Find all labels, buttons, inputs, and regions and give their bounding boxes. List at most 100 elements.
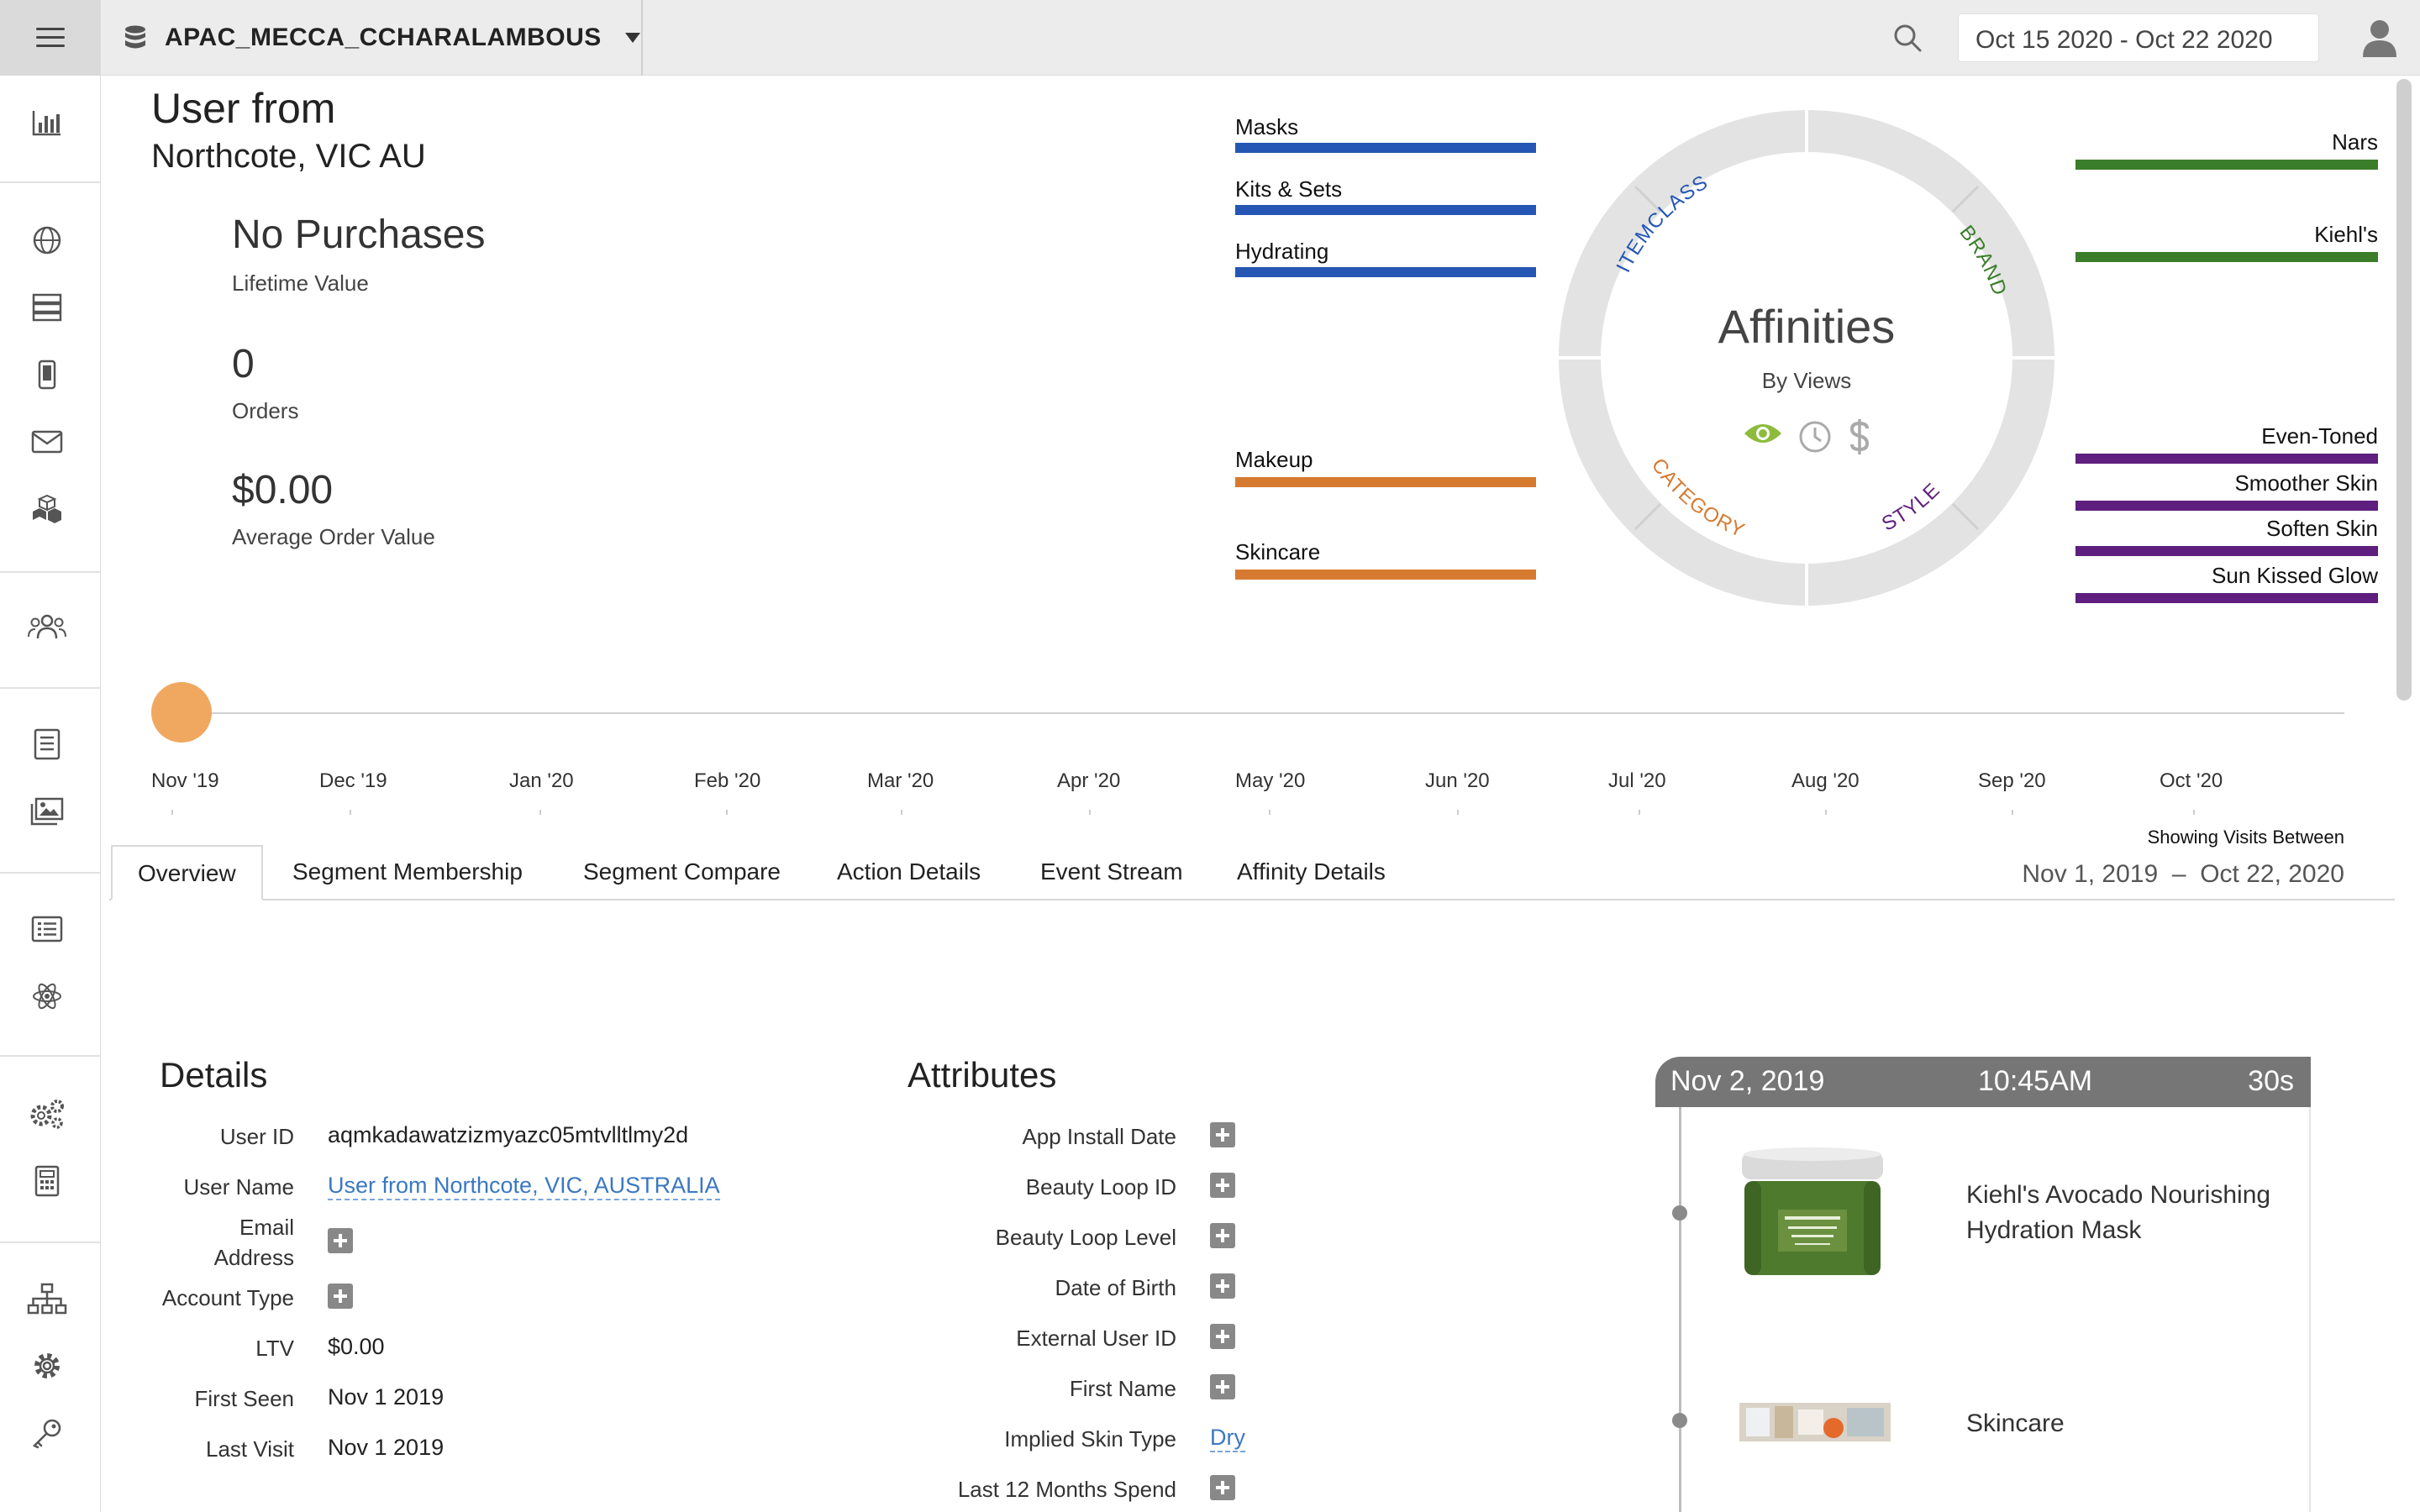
implied-skin-type-value[interactable]: Dry [1210,1425,1245,1452]
tab-affinity-details[interactable]: Affinity Details [1237,845,1386,900]
lifetime-value-label: Lifetime Value [232,270,369,296]
add-attribute-button[interactable] [1210,1122,1235,1147]
sidebar-item-mobile[interactable] [27,358,67,391]
mail-icon [31,430,63,454]
affinity-bar-sun-kissed-glow[interactable] [2075,593,2378,603]
affinity-bar-hydrating[interactable] [1235,267,1536,277]
tab-segment-compare[interactable]: Segment Compare [583,845,781,900]
mobile-icon [38,360,56,390]
first-seen-label: First Seen [194,1386,295,1411]
profile-title: User from [151,85,336,132]
sidebar-item-email[interactable] [27,425,67,459]
sidebar-item-audiences[interactable] [27,610,67,643]
activity-dot [1672,1413,1687,1428]
category-image-skincare[interactable] [1739,1403,1891,1441]
add-account-type-button[interactable] [328,1284,353,1309]
sidebar-item-hierarchy[interactable] [27,1282,67,1315]
attr-label: Beauty Loop ID [1025,1174,1176,1200]
attr-label: App Install Date [1022,1124,1176,1149]
timeline-tick [1825,810,1827,815]
sidebar-item-products[interactable] [27,492,67,526]
affinity-bar-kiehls[interactable] [2075,252,2378,262]
affinity-bar-even-toned[interactable] [2075,454,2378,464]
timeline-month: Feb '20 [694,769,761,792]
add-attribute-button[interactable] [1210,1223,1235,1248]
user-name-link[interactable]: User from Northcote, VIC, AUSTRALIA [328,1173,720,1200]
affinity-bar-makeup[interactable] [1235,477,1536,487]
sidebar [0,76,101,1512]
dollar-icon[interactable] [1847,418,1872,455]
timeline-month: Mar '20 [867,769,934,792]
activity-product-name-line2: Hydration Mask [1966,1216,2142,1244]
user-icon[interactable] [2361,18,2398,57]
ltv-label: LTV [255,1336,294,1361]
tab-overview[interactable]: Overview [111,845,263,900]
product-image-avocado-mask[interactable] [1739,1147,1886,1282]
affinity-label-skincare: Skincare [1235,539,1321,564]
sidebar-item-images[interactable] [27,795,67,828]
timeline-month: Aug '20 [1791,769,1860,792]
sidebar-item-models[interactable] [27,979,67,1013]
add-attribute-button[interactable] [1210,1475,1235,1500]
gear-icon [34,1353,60,1378]
add-email-button[interactable] [328,1228,353,1253]
affinity-bar-soften-skin[interactable] [2075,546,2378,556]
vertical-scrollbar[interactable] [2396,79,2412,701]
sidebar-item-calculator[interactable] [27,1164,67,1198]
tab-event-stream[interactable]: Event Stream [1040,845,1183,900]
email-label-line1: Email [239,1215,294,1240]
sidebar-item-lists[interactable] [27,912,67,946]
last-visit-value: Nov 1 2019 [328,1435,445,1460]
sidebar-item-settings[interactable] [27,1349,67,1383]
affinity-bar-skincare[interactable] [1235,570,1536,580]
add-attribute-button[interactable] [1210,1374,1235,1399]
timeline-month: Nov '19 [151,769,219,792]
add-attribute-button[interactable] [1210,1324,1235,1349]
affinity-bar-nars[interactable] [2075,160,2378,170]
tab-segment-membership[interactable]: Segment Membership [292,845,523,900]
sidebar-item-api-keys[interactable] [27,1416,67,1450]
first-seen-value: Nov 1 2019 [328,1384,445,1410]
menu-button[interactable] [0,0,101,76]
sidebar-item-content[interactable] [27,727,67,761]
sidebar-item-server[interactable] [27,291,67,324]
add-attribute-button[interactable] [1210,1173,1235,1198]
timeline-month: Jun '20 [1425,769,1490,792]
clock-icon[interactable] [1798,420,1832,454]
timeline-visit-marker[interactable] [151,682,212,743]
search-icon[interactable] [1892,23,1923,53]
profile-location: Northcote, VIC AU [151,138,426,175]
affinity-bar-kits-sets[interactable] [1235,205,1536,215]
email-label-line2: Address [213,1245,294,1270]
account-type-label: Account Type [161,1285,294,1310]
tab-action-details[interactable]: Action Details [837,845,981,900]
affinity-label-sun-kissed-glow: Sun Kissed Glow [2212,563,2378,588]
workspace-selector[interactable]: APAC_MECCA_CCHARALAMBOUS [101,0,643,76]
atom-icon [33,983,61,1010]
visit-header[interactable]: Nov 2, 2019 10:45AM 30s [1655,1057,2311,1107]
timeline-tick [171,810,173,815]
sidebar-item-analytics[interactable] [27,106,67,139]
affinity-label-makeup: Makeup [1235,447,1313,472]
affinity-label-even-toned: Even-Toned [2261,423,2378,449]
add-attribute-button[interactable] [1210,1273,1235,1299]
attributes-title: Attributes [908,1055,1057,1095]
affinity-label-hydrating: Hydrating [1235,239,1329,264]
timeline-tick [1089,810,1091,815]
attr-label: Last 12 Months Spend [957,1477,1176,1502]
affinities-title: Affinities [1718,300,1896,353]
sidebar-item-settings-advanced[interactable] [27,1097,67,1131]
timeline-month: Jul '20 [1608,769,1666,792]
timeline-tick [1269,810,1270,815]
orders-value: 0 [232,342,255,386]
date-range-picker[interactable]: Oct 15 2020 - Oct 22 2020 [1958,13,2319,62]
eye-icon[interactable] [1743,420,1783,447]
sidebar-item-web[interactable] [27,223,67,257]
timeline-month: Sep '20 [1978,769,2046,792]
affinity-bar-smoother-skin[interactable] [2075,501,2378,511]
visit-time: 10:45AM [1978,1065,2093,1097]
timeline-tick [2012,810,2013,815]
activity-dot [1672,1205,1687,1221]
affinity-bar-masks[interactable] [1235,143,1536,153]
last-visit-label: Last Visit [205,1436,294,1462]
